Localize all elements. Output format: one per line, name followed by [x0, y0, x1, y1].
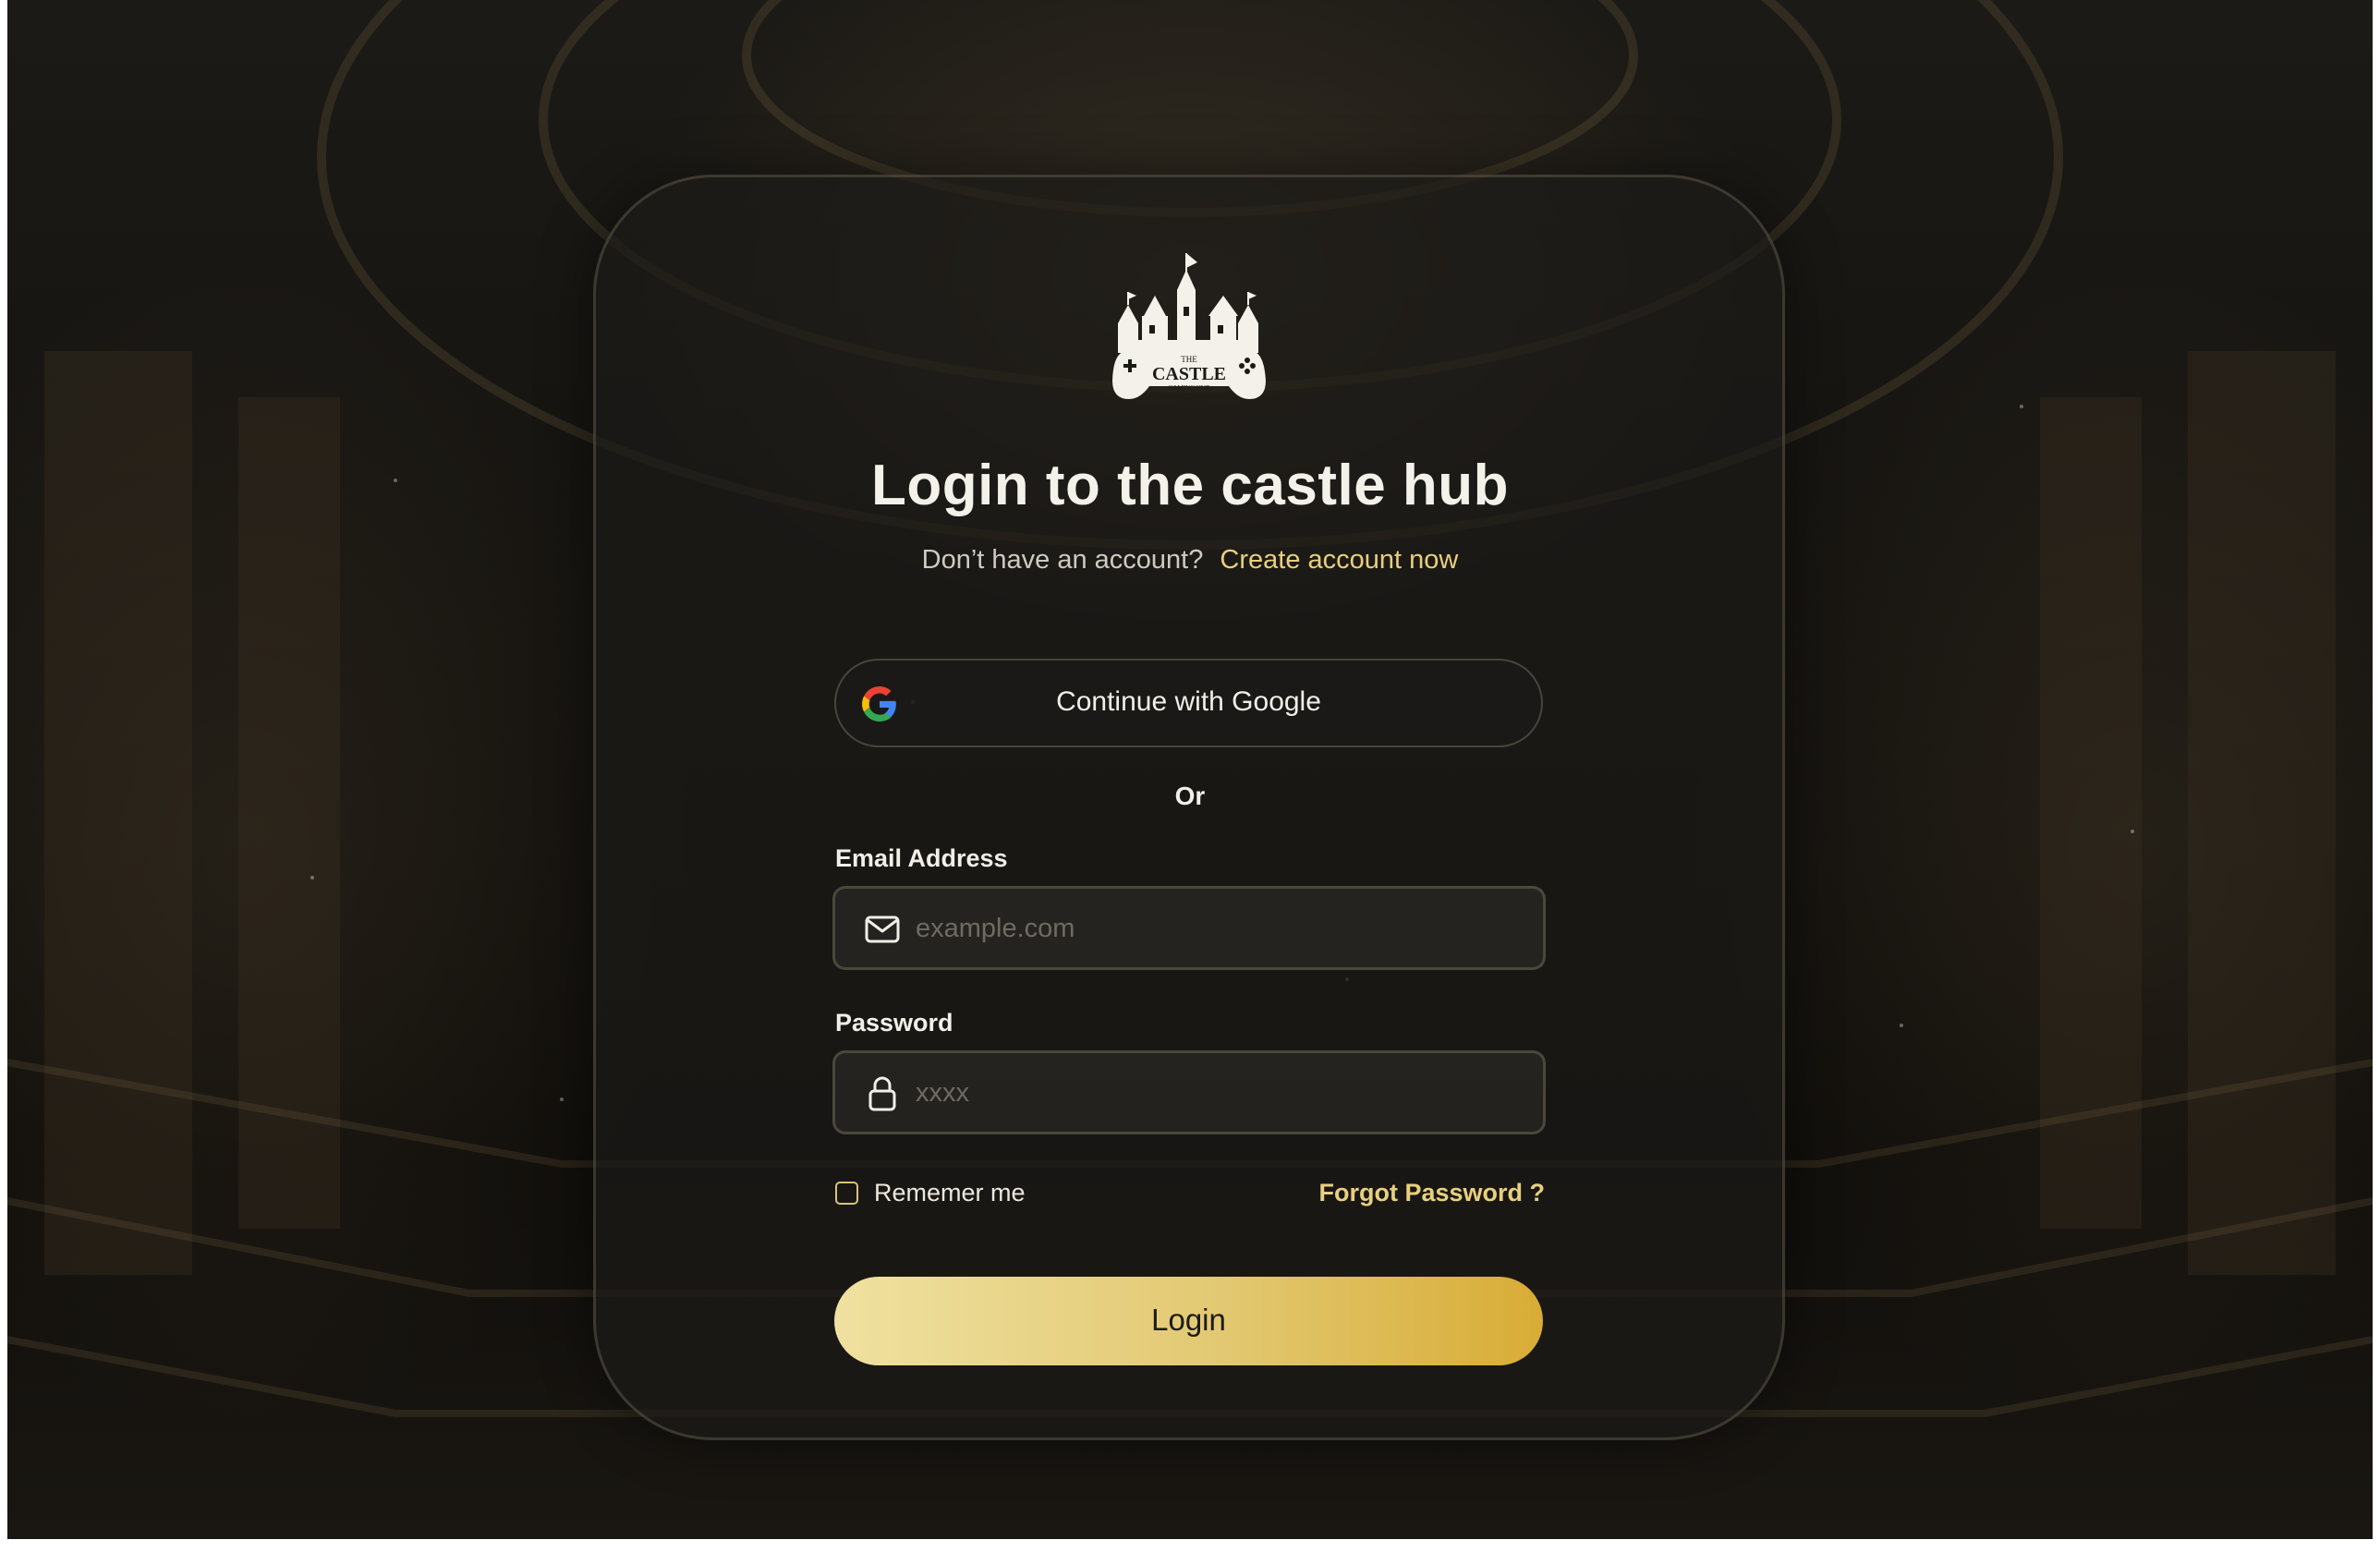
google-button-label: Continue with Google [1056, 686, 1321, 717]
login-button[interactable]: Login [834, 1277, 1543, 1365]
logo-text-bottom: GAMING HUB [1168, 384, 1210, 392]
castle-controller-logo: THE CASTLE GAMING HUB [1112, 253, 1266, 399]
password-field[interactable] [832, 1050, 1546, 1134]
forgot-password-link[interactable]: Forgot Password ? [1238, 1179, 1545, 1207]
or-divider: Or [1174, 782, 1206, 810]
logo-text-top: THE [1181, 355, 1197, 364]
logo-text-main: CASTLE [1152, 364, 1226, 384]
password-label: Password [835, 1009, 953, 1037]
remember-me-label: Rememer me [874, 1179, 1026, 1206]
continue-with-google-button[interactable]: Continue with Google [834, 659, 1543, 747]
page-title: Login to the castle hub [870, 454, 1510, 517]
email-label: Email Address [835, 844, 1008, 872]
signup-prompt: Don’t have an account? Create account no… [728, 545, 1652, 576]
signup-prompt-text: Don’t have an account? [921, 545, 1204, 575]
lock-icon [868, 1076, 896, 1111]
email-input[interactable] [914, 889, 1518, 969]
envelope-icon [865, 915, 900, 943]
login-button-label: Login [1151, 1303, 1226, 1337]
password-input[interactable] [914, 1053, 1518, 1134]
checkbox-box[interactable] [835, 1182, 858, 1205]
create-account-link[interactable]: Create account now [1220, 545, 1458, 575]
email-field[interactable] [832, 886, 1546, 970]
